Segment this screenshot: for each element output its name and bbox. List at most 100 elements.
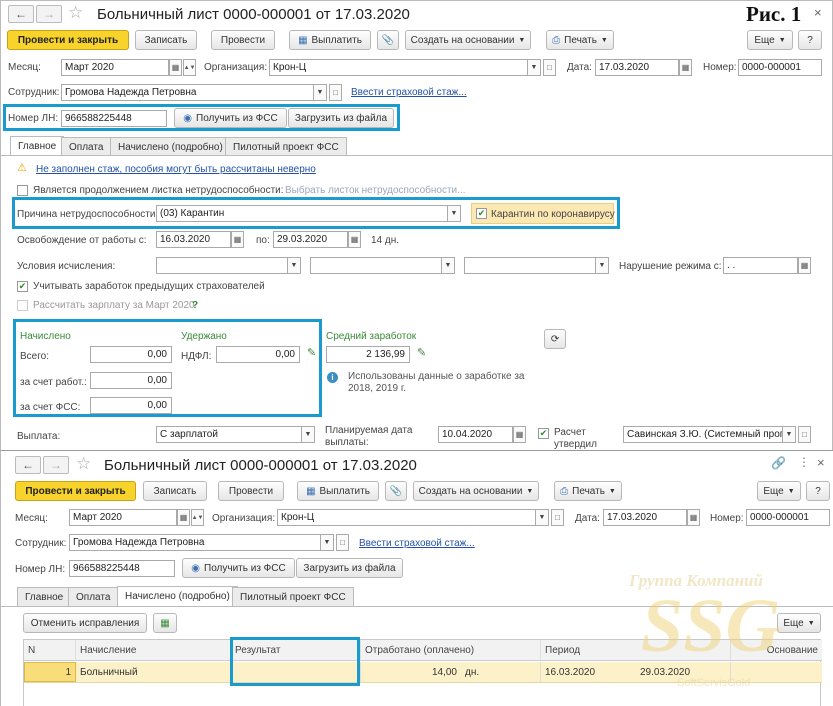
continuation-checkbox[interactable] (17, 185, 28, 196)
create-based-on-button[interactable]: Создать на основании ▼ (413, 481, 539, 501)
tab-main[interactable]: Главное (17, 587, 72, 606)
help-button[interactable]: ? (798, 30, 822, 50)
favorite-star-icon[interactable]: ☆ (68, 3, 83, 23)
ln-number-input[interactable]: 966588225448 (69, 560, 175, 577)
organization-dropdown[interactable]: ▼ (536, 509, 549, 526)
close-icon[interactable]: × (814, 5, 822, 20)
table-settings-button[interactable]: ▦ (153, 613, 177, 633)
calc-condition-2-input[interactable] (310, 257, 442, 274)
tab-accrued-detailed[interactable]: Начислено (подробно) (117, 586, 238, 606)
planned-date-calendar[interactable]: ▦ (513, 426, 526, 443)
load-from-file-button[interactable]: Загрузить из файла (296, 558, 403, 578)
attach-button[interactable]: 📎 (385, 481, 407, 501)
month-input[interactable]: Март 2020 (69, 509, 177, 526)
save-button[interactable]: Записать (143, 481, 207, 501)
release-from-input[interactable]: 16.03.2020 (156, 231, 231, 248)
col-n[interactable]: N (24, 640, 76, 660)
more-vertical-icon[interactable]: ⋮ (798, 455, 810, 469)
tab-payment[interactable]: Оплата (68, 587, 119, 606)
month-stepper[interactable]: ▲▼ (183, 59, 196, 76)
prev-employers-checkbox[interactable]: ✔ (17, 281, 28, 292)
organization-open-button[interactable]: □ (543, 59, 556, 76)
tab-fss-pilot[interactable]: Пилотный проект ФСС (232, 587, 354, 606)
organization-dropdown[interactable]: ▼ (528, 59, 541, 76)
planned-date-input[interactable]: 10.04.2020 (438, 426, 513, 443)
approver-open-button[interactable]: □ (798, 426, 811, 443)
regime-violation-calendar[interactable]: ▦ (798, 257, 811, 274)
tab-accrued-detailed[interactable]: Начислено (подробно) (110, 137, 231, 156)
more-button[interactable]: Еще ▼ (747, 30, 793, 50)
month-select-button[interactable]: ▦ (177, 509, 190, 526)
post-button[interactable]: Провести (218, 481, 284, 501)
calc-salary-help[interactable]: ? (192, 300, 198, 311)
regime-violation-input[interactable]: . . (723, 257, 798, 274)
cancel-corrections-button[interactable]: Отменить исправления (23, 613, 147, 633)
print-button[interactable]: ⎙ Печать ▼ (554, 481, 622, 501)
row-worked-cell[interactable]: 14,00 (361, 662, 461, 682)
tab-main[interactable]: Главное (10, 136, 65, 156)
number-input[interactable]: 0000-000001 (738, 59, 822, 76)
row-n-cell[interactable]: 1 (24, 662, 76, 682)
employee-input[interactable]: Громова Надежда Петровна (69, 534, 321, 551)
save-button[interactable]: Записать (135, 30, 197, 50)
organization-input[interactable]: Крон-Ц (269, 59, 528, 76)
edit-avg-pencil-icon[interactable]: ✎ (417, 346, 426, 359)
release-to-calendar[interactable]: ▦ (348, 231, 361, 248)
organization-input[interactable]: Крон-Ц (277, 509, 536, 526)
approver-dropdown[interactable]: ▼ (783, 426, 796, 443)
table-more-button[interactable]: Еще ▼ (777, 613, 821, 633)
choose-sheet-link[interactable]: Выбрать листок нетрудоспособности... (285, 185, 465, 196)
month-select-button[interactable]: ▦ (169, 59, 182, 76)
col-accrual[interactable]: Начисление (76, 640, 231, 660)
col-worked[interactable]: Отработано (оплачено) (361, 640, 541, 660)
employee-open-button[interactable]: □ (329, 84, 342, 101)
create-based-on-button[interactable]: Создать на основании ▼ (405, 30, 531, 50)
payout-dropdown[interactable]: ▼ (302, 426, 315, 443)
employee-open-button[interactable]: □ (336, 534, 349, 551)
forward-button[interactable]: → (43, 456, 69, 474)
pay-button[interactable]: ▦ Выплатить (289, 30, 371, 50)
attach-button[interactable]: 📎 (377, 30, 399, 50)
insurance-length-warning-link[interactable]: Не заполнен стаж, пособия могут быть рас… (36, 164, 316, 175)
employee-dropdown[interactable]: ▼ (321, 534, 334, 551)
number-input[interactable]: 0000-000001 (746, 509, 830, 526)
enter-insurance-length-link[interactable]: Ввести страховой стаж... (351, 87, 467, 98)
calc-condition-1-input[interactable] (156, 257, 288, 274)
back-button[interactable]: ← (8, 5, 34, 23)
get-from-fss-button[interactable]: ◉ Получить из ФСС (182, 558, 295, 578)
help-button[interactable]: ? (806, 481, 830, 501)
print-button[interactable]: ⎙ Печать ▼ (546, 30, 614, 50)
refresh-button[interactable]: ⟳ (544, 329, 566, 349)
month-input[interactable]: Март 2020 (61, 59, 169, 76)
forward-button[interactable]: → (36, 5, 62, 23)
employee-dropdown[interactable]: ▼ (314, 84, 327, 101)
pay-button[interactable]: ▦ Выплатить (297, 481, 379, 501)
link-icon[interactable]: 🔗 (771, 456, 786, 470)
post-and-close-button[interactable]: Провести и закрыть (7, 30, 129, 50)
date-input[interactable]: 17.03.2020 (603, 509, 687, 526)
date-calendar-button[interactable]: ▦ (687, 509, 700, 526)
post-button[interactable]: Провести (211, 30, 275, 50)
release-to-input[interactable]: 29.03.2020 (273, 231, 348, 248)
more-button[interactable]: Еще ▼ (757, 481, 801, 501)
back-button[interactable]: ← (15, 456, 41, 474)
favorite-star-icon[interactable]: ☆ (76, 454, 91, 474)
tab-fss-pilot[interactable]: Пилотный проект ФСС (225, 137, 347, 156)
close-icon[interactable]: × (817, 455, 825, 470)
approver-input[interactable]: Савинская З.Ю. (Системный прог (623, 426, 783, 443)
calc-condition-2-dropdown[interactable]: ▼ (442, 257, 455, 274)
employee-input[interactable]: Громова Надежда Петровна (61, 84, 314, 101)
approved-checkbox[interactable]: ✔ (538, 428, 549, 439)
month-stepper[interactable]: ▲▼ (191, 509, 204, 526)
calc-condition-1-dropdown[interactable]: ▼ (288, 257, 301, 274)
release-from-calendar[interactable]: ▦ (231, 231, 244, 248)
organization-open-button[interactable]: □ (551, 509, 564, 526)
tab-payment[interactable]: Оплата (61, 137, 112, 156)
date-calendar-button[interactable]: ▦ (679, 59, 692, 76)
date-input[interactable]: 17.03.2020 (595, 59, 679, 76)
post-and-close-button[interactable]: Провести и закрыть (15, 481, 136, 501)
enter-insurance-length-link[interactable]: Ввести страховой стаж... (359, 538, 475, 549)
row-accrual-cell[interactable]: Больничный (76, 662, 231, 682)
calc-salary-checkbox[interactable] (17, 300, 28, 311)
row-period-from-cell[interactable]: 16.03.2020 (541, 662, 636, 682)
